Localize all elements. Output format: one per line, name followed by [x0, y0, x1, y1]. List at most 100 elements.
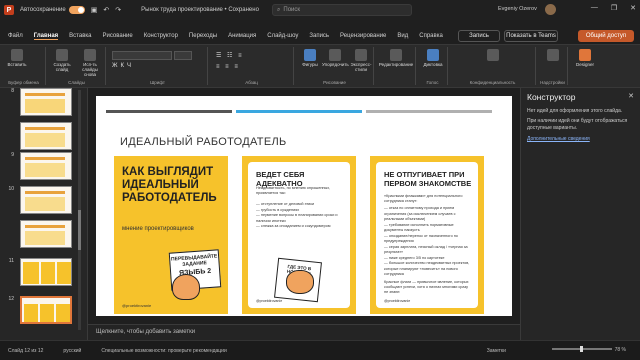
slide-thumbnail-9b[interactable]: 9: [4, 152, 72, 180]
designer-button[interactable]: Designer: [572, 49, 598, 67]
slide-thumbnail-9[interactable]: 8: [4, 122, 72, 150]
addins-button[interactable]: [540, 49, 566, 62]
maximize-button[interactable]: ❐: [611, 4, 617, 12]
tab-home[interactable]: Главная: [33, 33, 59, 40]
record-button[interactable]: Запись: [458, 30, 500, 42]
close-icon[interactable]: ✕: [628, 92, 634, 100]
paragraph-group: ☰ ☷ ≡ ≡ ≡ ≡ Абзац: [210, 47, 294, 85]
arrange-button[interactable]: Упорядочить: [322, 49, 349, 67]
tab-draw[interactable]: Рисование: [102, 33, 132, 39]
scrollbar-thumb[interactable]: [78, 210, 81, 250]
slide-title[interactable]: ИДЕАЛЬНЫЙ РАБОТОДАТЕЛЬ: [120, 136, 287, 148]
sensitivity-button[interactable]: [470, 49, 516, 62]
card3-title: НЕ ОТПУГИВАЕТ ПРИ ПЕРВОМ ЗНАКОМСТВЕ: [384, 170, 472, 188]
font-family-select[interactable]: [112, 51, 172, 60]
zoom-level[interactable]: 78 %: [615, 347, 626, 353]
font-size-select[interactable]: [174, 51, 192, 60]
designer-group: Designer: [570, 47, 600, 85]
voice-group: Диктовка Голос: [418, 47, 448, 85]
clipboard-group: Вставить Буфер обмена: [2, 47, 46, 85]
share-button[interactable]: Общий доступ: [578, 30, 634, 42]
card3-inner: НЕ ОТПУГИВАЕТ ПРИ ПЕРВОМ ЗНАКОМСТВЕ «Кра…: [376, 162, 478, 308]
new-slide-button[interactable]: Создать слайд: [50, 49, 74, 72]
tab-help[interactable]: Справка: [419, 33, 443, 39]
slide-thumbnail-10[interactable]: 10: [4, 186, 72, 214]
accessibility-checker[interactable]: Специальные возможности: проверьте реком…: [101, 348, 226, 354]
font-format-buttons[interactable]: ЖКЧ: [112, 63, 134, 69]
mascot-illustration: [172, 274, 200, 300]
slide-thumbnail-12[interactable]: 12: [4, 296, 72, 324]
panel-message-1: Нет идей для оформления этого слайда.: [527, 108, 623, 114]
reuse-slides-button[interactable]: Исп-ть слайды снова: [76, 49, 104, 77]
card1-title: КАК ВЫГЛЯДИТ ИДЕАЛЬНЫЙ РАБОТОДАТЕЛЬ: [122, 166, 217, 204]
new-slide-icon: [56, 49, 68, 61]
search-input[interactable]: ⌕ Поиск: [272, 4, 412, 16]
zoom-slider[interactable]: [552, 346, 612, 352]
slide-counter: Слайд 12 из 12: [8, 347, 44, 354]
card3-bullets: отказ по оплатному прохода и прием огран…: [384, 206, 472, 278]
notes-toggle[interactable]: Заметки: [487, 348, 506, 354]
tab-review[interactable]: Рецензирование: [340, 33, 386, 39]
slide-thumbnail-11[interactable]: 11: [4, 258, 72, 286]
quick-styles-button[interactable]: Экспресс-стили: [348, 49, 374, 72]
user-name[interactable]: Evgeniy Ozerov: [498, 6, 537, 12]
microphone-icon: [427, 49, 439, 61]
editing-group: Редактирование: [376, 47, 416, 85]
card2-inner: ВЕДЕТ СЕБЯ АДЕКВАТНО Неадекватность, по …: [248, 162, 350, 308]
dictate-button[interactable]: Диктовка: [420, 49, 446, 67]
designer-panel: Конструктор ✕ Нет идей для оформления эт…: [520, 88, 640, 340]
save-icon[interactable]: ▣: [91, 6, 98, 14]
card1-footer: @proektirovanie: [122, 303, 152, 308]
current-slide[interactable]: ИДЕАЛЬНЫЙ РАБОТОДАТЕЛЬ КАК ВЫГЛЯДИТ ИДЕА…: [96, 96, 512, 316]
editing-button[interactable]: Редактирование: [378, 49, 414, 67]
tab-transitions[interactable]: Переходы: [189, 33, 217, 39]
shapes-button[interactable]: Фигуры: [298, 49, 322, 67]
sensitivity-group: Конфиденциальность: [450, 47, 536, 85]
slide-divider-dark: [106, 110, 232, 113]
avatar[interactable]: [545, 4, 556, 15]
tab-animations[interactable]: Анимация: [228, 33, 256, 39]
notes-pane[interactable]: Щелкните, чтобы добавить заметки: [88, 324, 520, 340]
drawing-group: Фигуры Упорядочить Экспресс-стили Рисова…: [296, 47, 374, 85]
minimize-button[interactable]: —: [591, 4, 598, 12]
list-buttons[interactable]: ☰ ☷ ≡: [216, 52, 244, 59]
thumbnails-scrollbar[interactable]: [78, 90, 81, 330]
redo-icon[interactable]: ↷: [115, 6, 121, 14]
slide-thumbnail-10b[interactable]: -: [4, 220, 72, 248]
slide-divider-grey: [366, 110, 492, 113]
panel-title: Конструктор: [527, 92, 576, 102]
autosave-toggle[interactable]: [68, 6, 85, 14]
slide-preview: [20, 258, 72, 286]
tab-record[interactable]: Запись: [309, 33, 329, 39]
designer-icon: [579, 49, 591, 61]
more-info-link[interactable]: Дополнительные сведения: [527, 136, 590, 142]
card-ideal-employer[interactable]: КАК ВЫГЛЯДИТ ИДЕАЛЬНЫЙ РАБОТОДАТЕЛЬ мнен…: [114, 156, 228, 314]
panel-message-2: При наличии идей они будут отображаться …: [527, 118, 628, 131]
tab-slideshow[interactable]: Слайд-шоу: [267, 33, 298, 39]
slide-preview-selected: [20, 296, 72, 324]
card-behaves-adequately[interactable]: ВЕДЕТ СЕБЯ АДЕКВАТНО Неадекватность, по …: [242, 156, 356, 314]
paste-button[interactable]: Вставить: [6, 49, 28, 67]
tab-insert[interactable]: Вставка: [69, 33, 91, 39]
slide-thumbnail-8[interactable]: 8: [4, 88, 72, 116]
arrange-icon: [329, 49, 341, 61]
card2-intro: Неадекватность, по мнению опрошенных, пр…: [256, 186, 331, 195]
addins-group: Надстройки: [538, 47, 568, 85]
tab-design[interactable]: Конструктор: [144, 33, 178, 39]
shapes-icon: [304, 49, 316, 61]
tab-view[interactable]: Вид: [397, 33, 408, 39]
slide-divider-blue: [236, 110, 362, 113]
window-controls: — ❐ ✕: [591, 4, 636, 12]
tab-file[interactable]: Файл: [8, 33, 23, 39]
zoom-knob[interactable]: [580, 346, 583, 352]
language-indicator[interactable]: русский: [63, 348, 81, 354]
align-buttons[interactable]: ≡ ≡ ≡: [216, 64, 240, 70]
card3-footer: @proektirovanie: [384, 299, 411, 303]
close-button[interactable]: ✕: [630, 4, 636, 12]
undo-icon[interactable]: ↶: [103, 6, 109, 14]
powerpoint-logo-icon: P: [4, 5, 14, 15]
present-in-teams-button[interactable]: Показать в Teams: [504, 30, 558, 42]
slides-group: Создать слайд Исп-ть слайды снова Слайды: [48, 47, 106, 85]
paste-icon: [11, 49, 23, 61]
card-first-meeting[interactable]: НЕ ОТПУГИВАЕТ ПРИ ПЕРВОМ ЗНАКОМСТВЕ «Кра…: [370, 156, 484, 314]
